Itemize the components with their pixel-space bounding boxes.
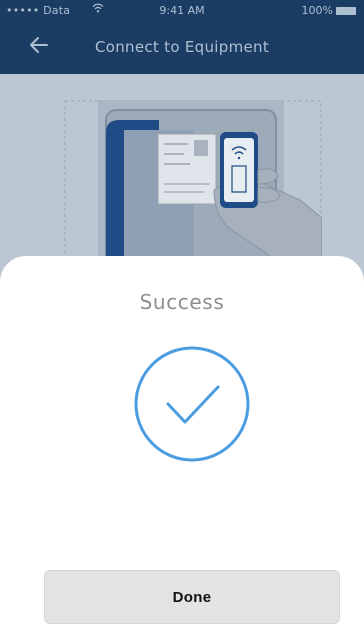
navigation-bar: Connect to Equipment [0,22,364,74]
success-modal: Success Done [0,256,364,638]
modal-title: Success [139,290,225,314]
done-button[interactable]: Done [44,570,340,624]
nfc-tap-illustration [64,100,323,271]
battery-percent: 100% [301,4,333,17]
battery-icon [336,6,356,15]
checkmark-circle-icon [132,344,252,464]
page-title: Connect to Equipment [94,38,270,56]
battery-indicator: 100% [302,4,356,17]
status-bar: ••••• Data 9:41 AM 100% [0,0,364,22]
